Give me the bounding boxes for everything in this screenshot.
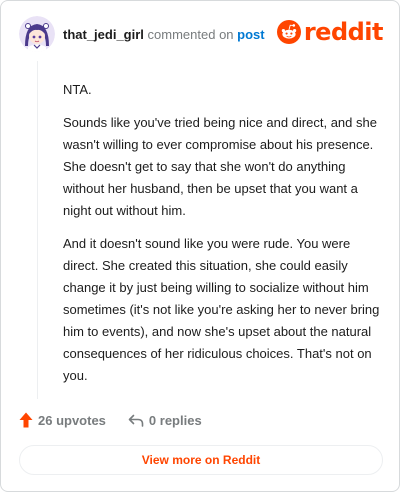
- upvote-count: 26 upvotes: [38, 412, 106, 428]
- comment-meta: that_jedi_girl commented on post: [63, 27, 265, 42]
- reply-button[interactable]: 0 replies: [128, 413, 202, 428]
- anime-girl-avatar-icon[interactable]: [19, 16, 55, 52]
- reddit-snoo-icon: [276, 20, 301, 44]
- reddit-wordmark: reddit: [303, 18, 384, 46]
- comment-header: that_jedi_girl commented on post reddit: [19, 16, 384, 52]
- comment-paragraph: And it doesn't sound like you were rude.…: [63, 236, 380, 383]
- commented-on-text: commented on: [147, 27, 234, 42]
- reddit-logo[interactable]: reddit: [276, 18, 384, 46]
- reply-count: 0 replies: [148, 412, 202, 428]
- post-link[interactable]: post: [237, 27, 264, 42]
- thread-line: [37, 61, 38, 399]
- comment-embed-card: that_jedi_girl commented on post reddit …: [0, 0, 400, 492]
- view-more-button[interactable]: View more on Reddit: [19, 445, 383, 475]
- upvote-button[interactable]: 26 upvotes: [19, 412, 106, 428]
- comment-actions: 26 upvotes 0 replies: [19, 410, 202, 430]
- comment-paragraph: Sounds like you've tried being nice and …: [63, 115, 377, 218]
- reply-arrow-icon: [128, 414, 144, 427]
- comment-body: NTA. Sounds like you've tried being nice…: [63, 79, 383, 387]
- comment-paragraph: NTA.: [63, 82, 92, 97]
- upvote-arrow-icon: [19, 412, 33, 428]
- username-link[interactable]: that_jedi_girl: [63, 27, 144, 42]
